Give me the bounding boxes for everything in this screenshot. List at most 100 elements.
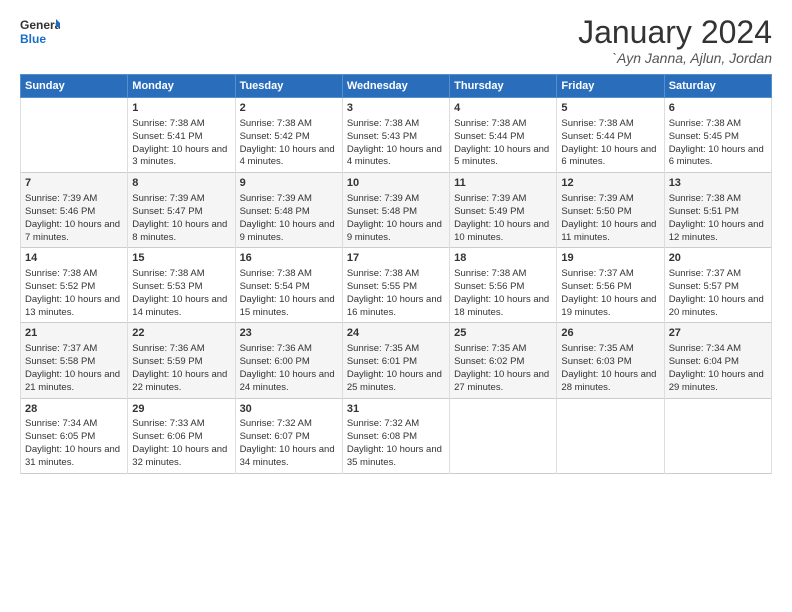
sunrise-text: Sunrise: 7:37 AM — [561, 268, 659, 281]
cell-w1-d3: 2Sunrise: 7:38 AMSunset: 5:42 PMDaylight… — [235, 98, 342, 173]
logo: General Blue — [20, 15, 60, 51]
sunset-text: Sunset: 5:51 PM — [669, 206, 767, 219]
daylight-text: Daylight: 10 hours and 15 minutes. — [240, 294, 338, 320]
svg-text:General: General — [20, 18, 60, 32]
daylight-text: Daylight: 10 hours and 34 minutes. — [240, 444, 338, 470]
daylight-text: Daylight: 10 hours and 6 minutes. — [669, 144, 767, 170]
sunset-text: Sunset: 5:47 PM — [132, 206, 230, 219]
cell-w3-d3: 16Sunrise: 7:38 AMSunset: 5:54 PMDayligh… — [235, 248, 342, 323]
day-number: 26 — [561, 326, 659, 341]
sunrise-text: Sunrise: 7:35 AM — [561, 343, 659, 356]
header-sunday: Sunday — [21, 75, 128, 98]
sunrise-text: Sunrise: 7:38 AM — [347, 118, 445, 131]
day-number: 10 — [347, 176, 445, 191]
sunrise-text: Sunrise: 7:38 AM — [454, 268, 552, 281]
daylight-text: Daylight: 10 hours and 35 minutes. — [347, 444, 445, 470]
sunrise-text: Sunrise: 7:38 AM — [347, 268, 445, 281]
cell-w5-d6 — [557, 398, 664, 473]
sunset-text: Sunset: 5:44 PM — [454, 131, 552, 144]
month-title: January 2024 — [578, 15, 772, 50]
day-number: 13 — [669, 176, 767, 191]
header-friday: Friday — [557, 75, 664, 98]
daylight-text: Daylight: 10 hours and 19 minutes. — [561, 294, 659, 320]
cell-w4-d7: 27Sunrise: 7:34 AMSunset: 6:04 PMDayligh… — [664, 323, 771, 398]
cell-w4-d3: 23Sunrise: 7:36 AMSunset: 6:00 PMDayligh… — [235, 323, 342, 398]
sunset-text: Sunset: 5:48 PM — [347, 206, 445, 219]
sunrise-text: Sunrise: 7:35 AM — [454, 343, 552, 356]
cell-w5-d3: 30Sunrise: 7:32 AMSunset: 6:07 PMDayligh… — [235, 398, 342, 473]
cell-w1-d7: 6Sunrise: 7:38 AMSunset: 5:45 PMDaylight… — [664, 98, 771, 173]
sunrise-text: Sunrise: 7:37 AM — [669, 268, 767, 281]
day-number: 12 — [561, 176, 659, 191]
sunrise-text: Sunrise: 7:39 AM — [132, 193, 230, 206]
logo-svg: General Blue — [20, 15, 60, 51]
cell-w2-d4: 10Sunrise: 7:39 AMSunset: 5:48 PMDayligh… — [342, 173, 449, 248]
sunrise-text: Sunrise: 7:36 AM — [240, 343, 338, 356]
location: `Ayn Janna, Ajlun, Jordan — [578, 50, 772, 66]
day-number: 11 — [454, 176, 552, 191]
sunset-text: Sunset: 5:57 PM — [669, 281, 767, 294]
day-number: 19 — [561, 251, 659, 266]
daylight-text: Daylight: 10 hours and 11 minutes. — [561, 219, 659, 245]
daylight-text: Daylight: 10 hours and 21 minutes. — [25, 369, 123, 395]
week-row-4: 21Sunrise: 7:37 AMSunset: 5:58 PMDayligh… — [21, 323, 772, 398]
sunset-text: Sunset: 6:07 PM — [240, 431, 338, 444]
sunrise-text: Sunrise: 7:38 AM — [454, 118, 552, 131]
cell-w4-d2: 22Sunrise: 7:36 AMSunset: 5:59 PMDayligh… — [128, 323, 235, 398]
cell-w4-d6: 26Sunrise: 7:35 AMSunset: 6:03 PMDayligh… — [557, 323, 664, 398]
sunrise-text: Sunrise: 7:39 AM — [454, 193, 552, 206]
cell-w2-d1: 7Sunrise: 7:39 AMSunset: 5:46 PMDaylight… — [21, 173, 128, 248]
sunset-text: Sunset: 5:43 PM — [347, 131, 445, 144]
sunrise-text: Sunrise: 7:38 AM — [240, 118, 338, 131]
sunset-text: Sunset: 5:49 PM — [454, 206, 552, 219]
cell-w5-d1: 28Sunrise: 7:34 AMSunset: 6:05 PMDayligh… — [21, 398, 128, 473]
header-thursday: Thursday — [450, 75, 557, 98]
cell-w2-d7: 13Sunrise: 7:38 AMSunset: 5:51 PMDayligh… — [664, 173, 771, 248]
sunset-text: Sunset: 5:45 PM — [669, 131, 767, 144]
daylight-text: Daylight: 10 hours and 14 minutes. — [132, 294, 230, 320]
day-number: 28 — [25, 402, 123, 417]
title-block: January 2024 `Ayn Janna, Ajlun, Jordan — [578, 15, 772, 66]
day-number: 9 — [240, 176, 338, 191]
sunset-text: Sunset: 6:05 PM — [25, 431, 123, 444]
daylight-text: Daylight: 10 hours and 4 minutes. — [347, 144, 445, 170]
sunset-text: Sunset: 6:06 PM — [132, 431, 230, 444]
sunrise-text: Sunrise: 7:36 AM — [132, 343, 230, 356]
day-number: 29 — [132, 402, 230, 417]
daylight-text: Daylight: 10 hours and 22 minutes. — [132, 369, 230, 395]
sunrise-text: Sunrise: 7:32 AM — [347, 418, 445, 431]
day-number: 4 — [454, 101, 552, 116]
daylight-text: Daylight: 10 hours and 16 minutes. — [347, 294, 445, 320]
cell-w1-d4: 3 Sunrise: 7:38 AMSunset: 5:43 PMDaylight… — [342, 98, 449, 173]
daylight-text: Daylight: 10 hours and 24 minutes. — [240, 369, 338, 395]
day-number: 6 — [669, 101, 767, 116]
cell-w1-d5: 4 Sunrise: 7:38 AMSunset: 5:44 PMDaylight… — [450, 98, 557, 173]
week-row-5: 28Sunrise: 7:34 AMSunset: 6:05 PMDayligh… — [21, 398, 772, 473]
daylight-text: Daylight: 10 hours and 27 minutes. — [454, 369, 552, 395]
cell-w3-d4: 17Sunrise: 7:38 AMSunset: 5:55 PMDayligh… — [342, 248, 449, 323]
sunrise-text: Sunrise: 7:38 AM — [240, 268, 338, 281]
cell-w5-d7 — [664, 398, 771, 473]
cell-w3-d1: 14Sunrise: 7:38 AMSunset: 5:52 PMDayligh… — [21, 248, 128, 323]
day-number: 1 — [132, 101, 230, 116]
sunrise-text: Sunrise: 7:38 AM — [132, 118, 230, 131]
sunset-text: Sunset: 6:08 PM — [347, 431, 445, 444]
sunset-text: Sunset: 5:56 PM — [561, 281, 659, 294]
cell-w5-d2: 29Sunrise: 7:33 AMSunset: 6:06 PMDayligh… — [128, 398, 235, 473]
daylight-text: Daylight: 10 hours and 29 minutes. — [669, 369, 767, 395]
day-number: 3 — [347, 101, 445, 116]
sunrise-text: Sunrise: 7:34 AM — [25, 418, 123, 431]
sunset-text: Sunset: 5:42 PM — [240, 131, 338, 144]
daylight-text: Daylight: 10 hours and 18 minutes. — [454, 294, 552, 320]
day-number: 31 — [347, 402, 445, 417]
daylight-text: Daylight: 10 hours and 6 minutes. — [561, 144, 659, 170]
sunset-text: Sunset: 5:48 PM — [240, 206, 338, 219]
daylight-text: Daylight: 10 hours and 31 minutes. — [25, 444, 123, 470]
daylight-text: Daylight: 10 hours and 5 minutes. — [454, 144, 552, 170]
header-monday: Monday — [128, 75, 235, 98]
sunset-text: Sunset: 5:58 PM — [25, 356, 123, 369]
daylight-text: Daylight: 10 hours and 9 minutes. — [347, 219, 445, 245]
daylight-text: Daylight: 10 hours and 8 minutes. — [132, 219, 230, 245]
daylight-text: Daylight: 10 hours and 4 minutes. — [240, 144, 338, 170]
day-number: 25 — [454, 326, 552, 341]
